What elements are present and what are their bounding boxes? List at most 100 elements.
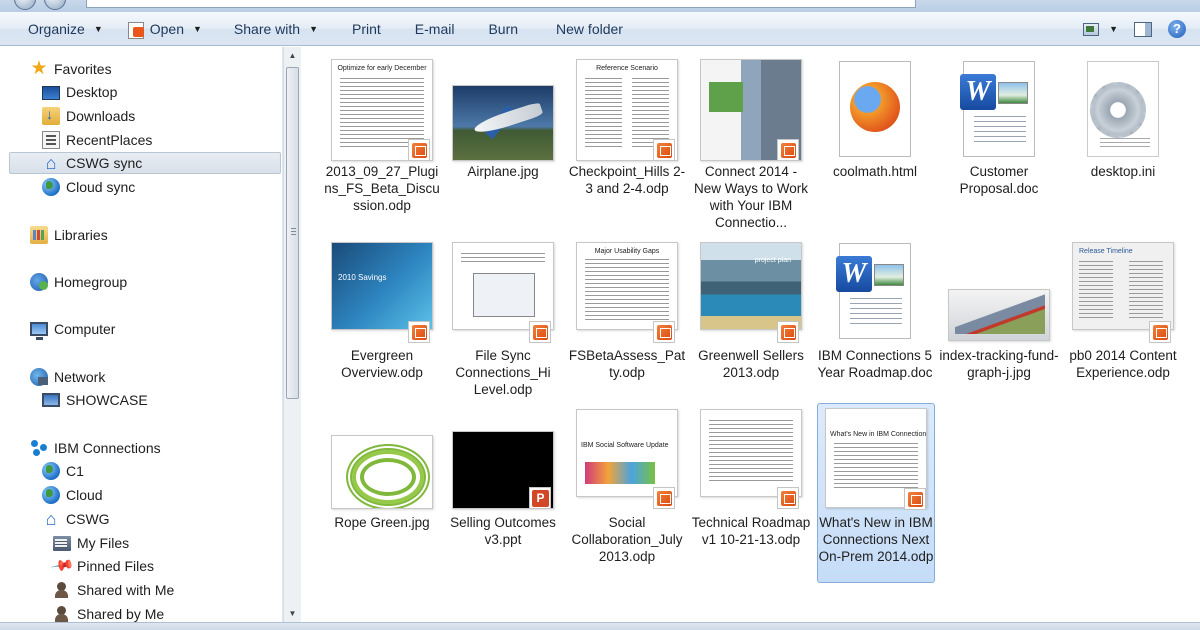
nav-scrollbar[interactable]: ▲ ▼ — [283, 47, 301, 622]
nav-favorites[interactable]: ★ Favorites — [30, 58, 111, 80]
forward-button[interactable] — [44, 0, 66, 10]
file-item[interactable]: Optimize for early December 2013_09_27_P… — [322, 55, 442, 235]
nav-desktop[interactable]: Desktop — [42, 81, 117, 103]
nav-recent-places[interactable]: RecentPlaces — [42, 129, 152, 151]
grip-icon — [291, 228, 296, 236]
nav-label: C1 — [66, 463, 84, 479]
nav-label: Libraries — [54, 227, 108, 243]
thumbnail-text: Major Usability Gaps — [594, 248, 660, 255]
file-item[interactable]: Rope Green.jpg — [322, 419, 442, 599]
odp-icon — [904, 488, 926, 510]
file-label: Selling Outcomes v3.ppt — [450, 515, 556, 547]
nav-label: Desktop — [66, 84, 118, 100]
command-bar: Organize ▼ Open ▼ Share with ▼ Print E-mail… — [0, 12, 1200, 46]
preview-pane-button[interactable] — [1134, 21, 1152, 37]
nav-cloud[interactable]: Cloud — [42, 484, 103, 506]
file-item[interactable]: W Customer Proposal.doc — [939, 55, 1059, 235]
email-button[interactable]: E-mail — [403, 14, 467, 44]
back-button[interactable] — [14, 0, 36, 10]
desktop-icon — [42, 86, 60, 100]
nav-label: Shared by Me — [77, 606, 165, 622]
nav-cswg-sync[interactable]: ⌂ CSWG sync — [9, 152, 281, 174]
file-item[interactable]: IBM Social Software Update Social Collab… — [567, 409, 687, 599]
recent-places-icon — [42, 131, 60, 149]
file-item[interactable]: File Sync Connections_Hi Level.odp — [443, 237, 563, 417]
odp-icon — [653, 321, 675, 343]
burn-button[interactable]: Burn — [476, 14, 530, 44]
file-item[interactable]: index-tracking-fund-graph-j.jpg — [939, 237, 1059, 417]
nav-cswg[interactable]: ⌂ CSWG — [42, 508, 110, 530]
nav-label: Cloud — [66, 487, 103, 503]
nav-homegroup[interactable]: Homegroup — [30, 271, 127, 293]
star-icon: ★ — [30, 58, 48, 79]
nav-ibm-connections[interactable]: IBM Connections — [30, 437, 161, 459]
document-thumbnail — [700, 409, 802, 497]
nav-libraries[interactable]: Libraries — [30, 224, 108, 246]
file-item[interactable]: Major Usability Gaps FSBetaAssess_Patty.… — [567, 237, 687, 417]
email-label: E-mail — [414, 20, 455, 37]
file-item[interactable]: Selling Outcomes v3.ppt — [443, 419, 563, 599]
file-label: IBM Connections 5 Year Roadmap.doc — [817, 348, 933, 380]
scroll-down-arrow-icon[interactable]: ▼ — [284, 605, 301, 622]
file-item-selected[interactable]: What's New in IBM Connections What's New… — [817, 403, 935, 583]
scroll-up-arrow-icon[interactable]: ▲ — [284, 47, 301, 64]
nav-c1[interactable]: C1 — [42, 460, 84, 482]
file-item[interactable]: coolmath.html — [815, 55, 935, 235]
file-item[interactable]: Airplane.jpg — [443, 55, 563, 235]
nav-my-files[interactable]: My Files — [53, 532, 129, 554]
print-button[interactable]: Print — [340, 14, 393, 44]
document-thumbnail: IBM Social Software Update — [576, 409, 678, 497]
file-item[interactable]: Release Timeline pb0 2014 Content Experi… — [1063, 237, 1183, 417]
file-item[interactable]: W IBM Connections 5 Year Roadmap.doc — [815, 237, 935, 417]
nav-network[interactable]: Network — [30, 366, 105, 388]
nav-pinned-files[interactable]: 📌 Pinned Files — [50, 553, 155, 578]
document-thumbnail: project plan — [700, 242, 802, 330]
new-folder-label: New folder — [556, 20, 623, 37]
nav-shared-by-me[interactable]: Shared by Me — [53, 603, 164, 622]
ibm-connections-icon — [30, 439, 48, 457]
image-thumbnail — [331, 435, 433, 509]
computer-icon — [30, 322, 48, 340]
scrollbar-thumb[interactable] — [286, 67, 299, 399]
homegroup-icon — [30, 273, 48, 291]
chevron-down-icon: ▼ — [93, 23, 103, 34]
share-with-button[interactable]: Share with ▼ — [222, 14, 330, 44]
change-view-button[interactable]: ▼ — [1083, 22, 1118, 36]
open-button[interactable]: Open ▼ — [115, 14, 214, 44]
nav-label: IBM Connections — [54, 440, 161, 456]
new-folder-button[interactable]: New folder — [544, 14, 635, 44]
chevron-down-icon: ▼ — [1109, 24, 1118, 34]
organize-button[interactable]: Organize ▼ — [16, 14, 115, 44]
file-label: Rope Green.jpg — [334, 515, 430, 530]
file-label: Checkpoint_Hills 2-3 and 2-4.odp — [568, 164, 686, 196]
thumbnail-text: project plan — [754, 257, 791, 264]
help-icon[interactable]: ? — [1168, 20, 1186, 38]
file-item[interactable]: 2010 Savings Evergreen Overview.odp — [322, 237, 442, 417]
thumbnail-text: What's New in IBM Connections — [830, 431, 927, 438]
open-icon — [127, 20, 145, 39]
open-label: Open — [149, 20, 184, 37]
powerpoint-icon — [529, 487, 551, 509]
nav-cloud-sync[interactable]: Cloud sync — [42, 176, 135, 198]
file-item[interactable]: desktop.ini — [1063, 55, 1183, 235]
nav-computer[interactable]: Computer — [30, 318, 115, 340]
thumbnail-text: 2010 Savings — [338, 273, 387, 282]
file-item[interactable]: Technical Roadmap v1 10-21-13.odp — [691, 409, 811, 599]
file-label: FSBetaAssess_Patty.odp — [568, 348, 686, 380]
file-item[interactable]: project plan Greenwell Sellers 2013.odp — [691, 237, 811, 417]
word-document-icon: W — [836, 243, 911, 339]
nav-label: Network — [54, 369, 106, 385]
file-item[interactable]: Connect 2014 - New Ways to Work with You… — [691, 55, 811, 235]
file-item[interactable]: Reference Scenario Checkpoint_Hills 2-3 … — [567, 55, 687, 235]
monitor-icon — [42, 393, 60, 407]
nav-shared-with-me[interactable]: Shared with Me — [53, 579, 174, 601]
address-input[interactable] — [86, 0, 916, 8]
folder-icon — [53, 535, 71, 551]
nav-label: SHOWCASE — [66, 392, 148, 408]
nav-label: Pinned Files — [77, 558, 155, 574]
nav-downloads[interactable]: Downloads — [42, 105, 135, 127]
odp-icon — [777, 139, 799, 161]
nav-showcase[interactable]: SHOWCASE — [42, 389, 148, 411]
file-label: Technical Roadmap v1 10-21-13.odp — [691, 515, 811, 547]
nav-label: My Files — [77, 535, 130, 551]
